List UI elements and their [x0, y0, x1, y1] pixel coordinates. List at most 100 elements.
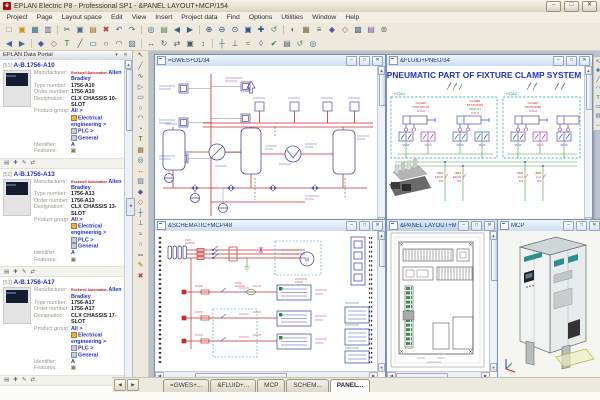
scroll-up-icon[interactable]: ▲ — [125, 60, 132, 69]
back-icon[interactable]: ◀ — [3, 38, 15, 49]
menu-window[interactable]: Window — [308, 14, 341, 21]
pneumatic-drawing[interactable]: PNEUMATIC PART OF FIXTURE CLAMP SYSTEM +… — [387, 66, 583, 225]
graphic-line-icon[interactable]: ╱ — [135, 62, 147, 73]
page-tab-3[interactable]: MCP — [257, 379, 286, 392]
insert-part-icon[interactable]: ✚ — [13, 160, 18, 166]
menu-view[interactable]: View — [127, 14, 151, 21]
move-icon[interactable]: ↔ — [145, 38, 157, 49]
parts-database-icon[interactable]: ≡ — [313, 24, 325, 35]
child-restore-icon[interactable]: □ — [566, 55, 577, 66]
window-macro-icon[interactable]: ◇ — [339, 24, 351, 35]
product-group-link[interactable]: All > — [71, 217, 83, 223]
menu-options[interactable]: Options — [244, 14, 276, 21]
insert-part-icon[interactable]: ✚ — [13, 269, 18, 275]
child-minimize-icon[interactable]: – — [563, 220, 574, 231]
rotate-icon[interactable]: ↻ — [158, 38, 170, 49]
draw-arc-icon[interactable]: ◠ — [595, 85, 600, 93]
insert-symbol-icon[interactable]: ◆ — [35, 38, 47, 49]
child-restore-icon[interactable]: □ — [359, 55, 370, 66]
insert-circle-icon[interactable]: ○ — [100, 38, 112, 49]
window-panel-layout[interactable]: &PANEL LAYOUT+MCP/154 – □ ✕ — [386, 219, 498, 378]
open-project-icon[interactable]: ▣ — [16, 24, 28, 35]
pan-icon[interactable]: ✚ — [255, 24, 267, 35]
maximize-button[interactable]: □ — [564, 0, 579, 12]
next-page-icon[interactable]: ▶ — [184, 24, 196, 35]
properties-icon[interactable]: ▩ — [352, 24, 364, 35]
cabinet-3d-view[interactable] — [498, 231, 600, 378]
product-group-link[interactable]: PLC > — [78, 129, 93, 135]
hatch-icon[interactable]: ▨ — [135, 177, 147, 188]
cable-icon[interactable]: ≈ — [135, 230, 147, 241]
busbar-icon[interactable]: ═ — [135, 251, 147, 262]
snap-icon[interactable]: ✚ — [595, 67, 600, 75]
window-schematic[interactable]: &SCHEMATIC+MCP/48 – □ ✕ M ▲ ▼ ◀ ▶ — [154, 219, 386, 378]
menu-help[interactable]: Help — [341, 14, 364, 21]
terminal-strip-icon[interactable]: ⊥ — [135, 219, 147, 230]
cable-definition-icon[interactable]: ≈ — [242, 38, 254, 49]
page-tab-5[interactable]: PANEL... — [329, 379, 371, 392]
layers-icon[interactable]: ▤ — [365, 24, 377, 35]
select-icon[interactable]: ↖ — [595, 58, 600, 66]
edit-part-icon[interactable]: ✎ — [22, 269, 27, 275]
update-project-icon[interactable]: ↺ — [294, 38, 306, 49]
product-group-link[interactable]: General — [78, 352, 98, 358]
menu-project-data[interactable]: Project data — [177, 14, 222, 21]
product-group-link[interactable]: All > — [71, 326, 83, 332]
symbol-icon[interactable]: ◆ — [135, 188, 147, 199]
child-minimize-icon[interactable]: – — [553, 55, 564, 66]
insert-line-icon[interactable]: ╱ — [74, 38, 86, 49]
panel-layout-drawing[interactable] — [387, 231, 488, 371]
part-thumbnail[interactable] — [3, 287, 31, 325]
sector-icon[interactable]: ◔ — [135, 125, 147, 136]
scroll-thumb[interactable] — [585, 74, 592, 110]
part-number-link[interactable]: A-B.1756-A17 — [14, 279, 55, 286]
part-thumbnail[interactable] — [3, 178, 31, 216]
child-minimize-icon[interactable]: – — [346, 220, 357, 231]
product-group-link[interactable]: PLC > — [78, 237, 93, 243]
features-icon[interactable]: ▣ — [71, 148, 76, 154]
pid-drawing[interactable] — [155, 66, 376, 225]
shield-icon[interactable]: ∩ — [135, 240, 147, 251]
selection-icon[interactable]: ↖ — [135, 51, 147, 62]
compare-part-icon[interactable]: ⇄ — [30, 269, 35, 275]
scroll-down-icon[interactable]: ▼ — [378, 363, 385, 372]
schem-vscrollbar[interactable]: ▲ ▼ — [377, 231, 385, 372]
menu-find[interactable]: Find — [222, 14, 244, 21]
image-icon[interactable]: ▦ — [135, 146, 147, 157]
product-group-link[interactable]: PLC > — [78, 346, 93, 352]
connection-symbol-icon[interactable]: ┼ — [216, 38, 228, 49]
place-hatch-icon[interactable]: ▨ — [595, 112, 600, 120]
scroll-down-icon[interactable]: ▼ — [490, 363, 497, 372]
scroll-thumb[interactable] — [125, 69, 133, 131]
insert-rectangle-icon[interactable]: ▭ — [87, 38, 99, 49]
insert-hatch-icon[interactable]: ▨ — [126, 38, 138, 49]
add-part-icon[interactable]: ▤ — [4, 377, 9, 383]
paste-icon[interactable]: ▤ — [87, 24, 99, 35]
rectangle-icon[interactable]: ▭ — [135, 93, 147, 104]
child-minimize-icon[interactable]: – — [458, 220, 469, 231]
child-restore-icon[interactable]: □ — [576, 220, 587, 231]
features-icon[interactable]: ▣ — [71, 365, 76, 371]
portal-close-icon[interactable]: ✕ — [122, 52, 129, 58]
menu-insert[interactable]: Insert — [151, 14, 177, 21]
product-group-link[interactable]: General — [78, 135, 98, 141]
features-icon[interactable]: ▣ — [71, 257, 76, 263]
compare-part-icon[interactable]: ⇄ — [30, 377, 35, 383]
add-part-icon[interactable]: ▤ — [4, 269, 9, 275]
zoom-100-icon[interactable]: ▣ — [242, 24, 254, 35]
find-icon[interactable]: ◎ — [145, 24, 157, 35]
polyline-icon[interactable]: ∿ — [135, 72, 147, 83]
child-restore-icon[interactable]: □ — [359, 220, 370, 231]
part-number-link[interactable]: A-B.1756-A13 — [14, 171, 55, 178]
pneu-vscrollbar[interactable]: ▲ ▼ — [584, 66, 592, 226]
place-text-icon[interactable]: T — [595, 94, 600, 102]
settings-icon[interactable]: ⊛ — [378, 24, 390, 35]
page-navigator-icon[interactable]: ▤ — [158, 24, 170, 35]
child-close-icon[interactable]: ✕ — [484, 220, 495, 231]
text-icon[interactable]: T — [135, 135, 147, 146]
place-box-icon[interactable]: ▭ — [595, 103, 600, 111]
schematic-drawing[interactable]: M — [155, 231, 376, 371]
tab-scroll-left-button[interactable]: ◀ — [114, 379, 126, 391]
portal-pin-icon[interactable]: ▾ — [113, 52, 120, 58]
macro-icon[interactable]: ◇ — [135, 198, 147, 209]
